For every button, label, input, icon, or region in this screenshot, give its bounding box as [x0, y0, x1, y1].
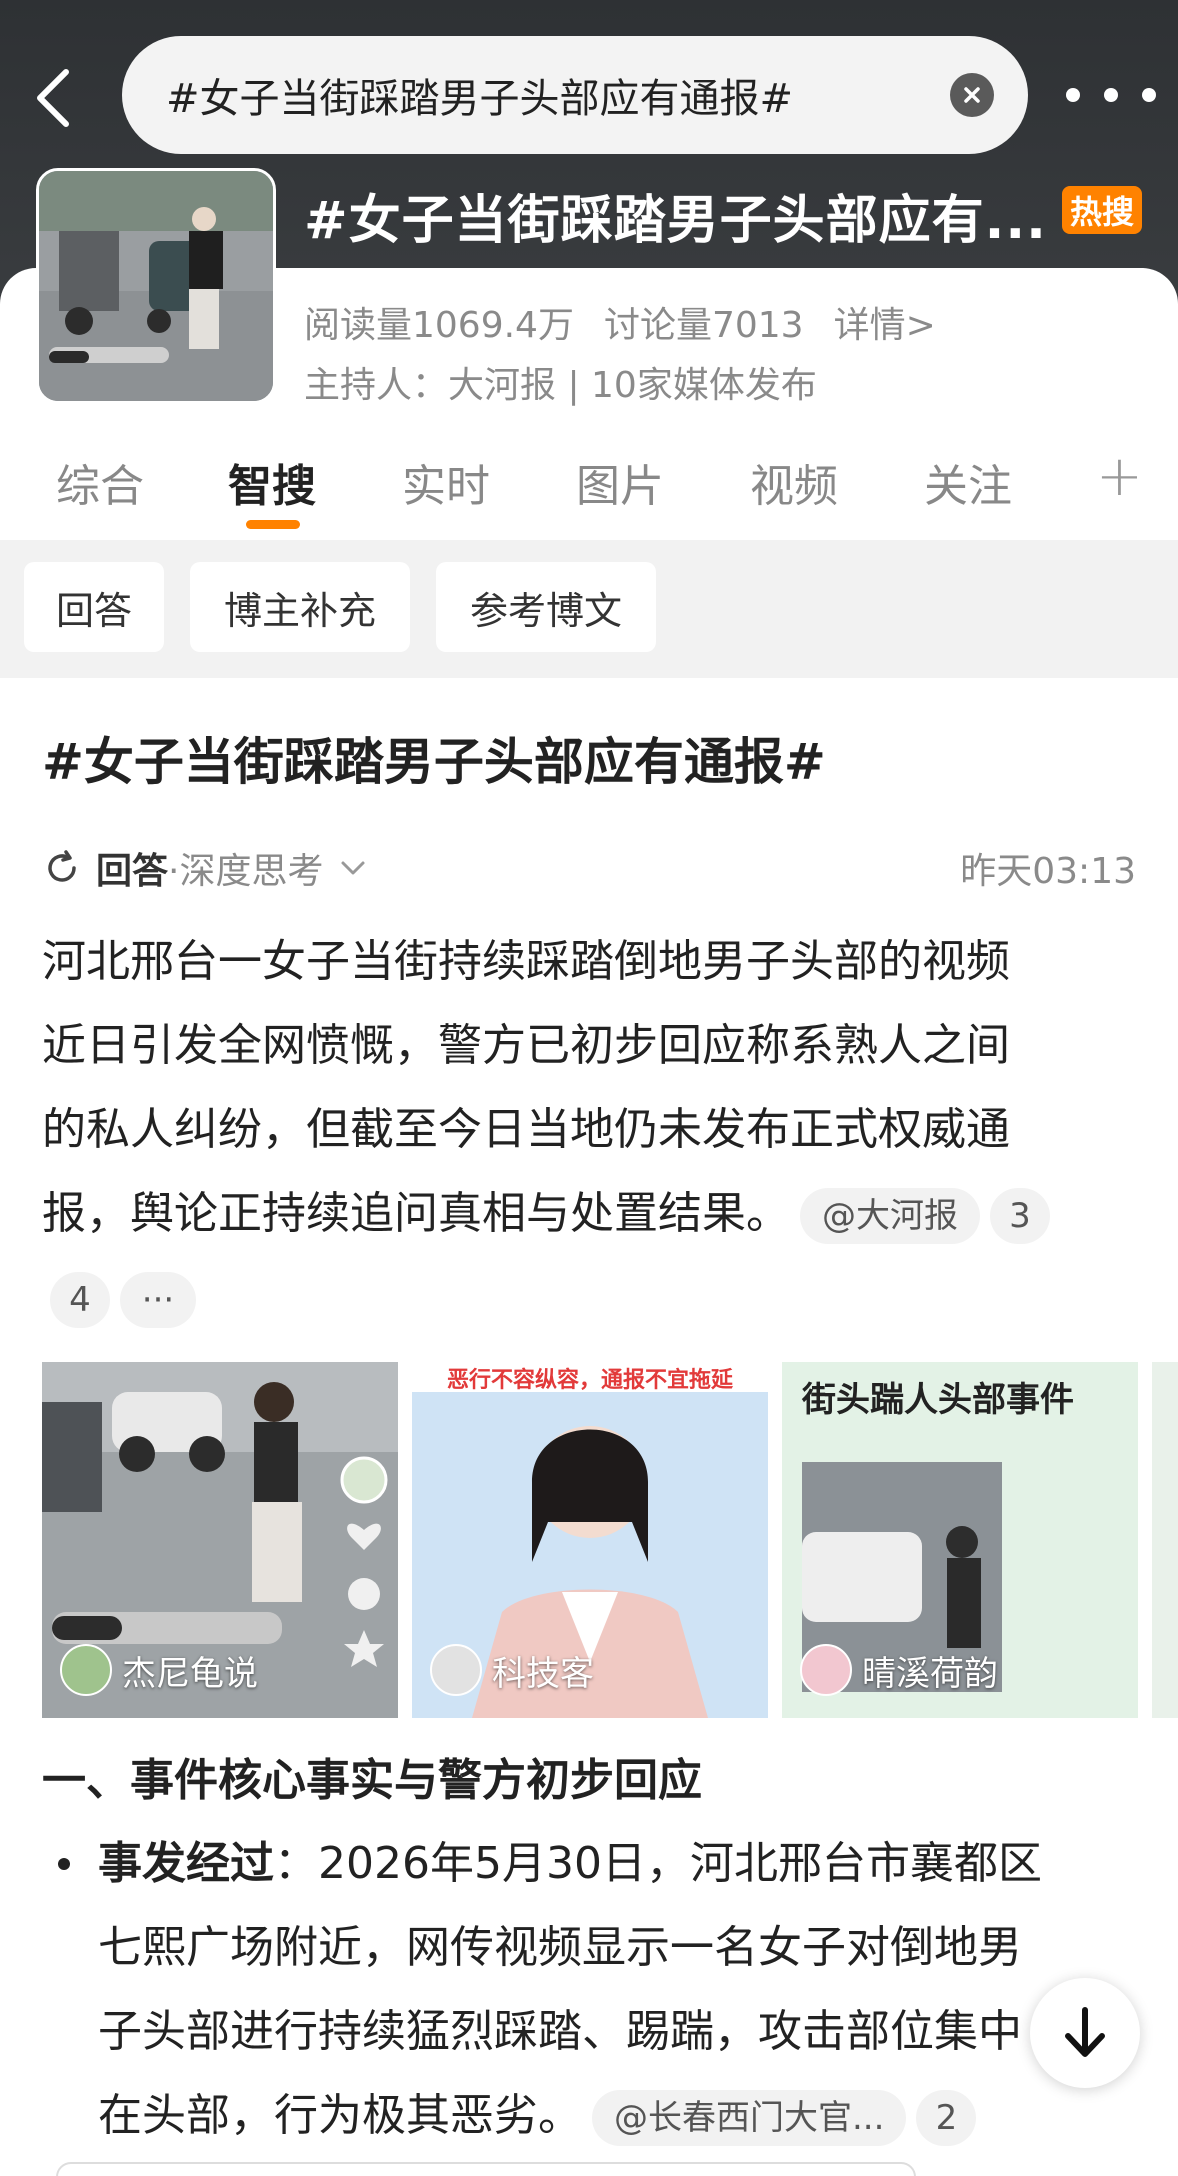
tab-videos[interactable]: 视频: [750, 450, 838, 514]
clear-search-button[interactable]: [950, 73, 994, 117]
paragraph-line: 报，舆论正持续追问真相与处置结果。: [42, 1188, 790, 1239]
media-caption: 恶行不容纵容，通报不宜拖延: [446, 1368, 733, 1393]
reference-number-chip[interactable]: 2: [916, 2090, 977, 2146]
source-reference-chip[interactable]: @大河报: [800, 1188, 980, 1244]
paragraph-refs-line: 4 ···: [42, 1256, 1142, 1340]
media-caption: 街头踹人头部事件: [802, 1380, 1074, 1420]
bullet-line: 子头部进行持续猛烈踩踏、踢踹，攻击部位集中: [98, 2006, 1022, 2057]
media-author: 晴溪荷韵: [800, 1644, 998, 1696]
close-icon: [964, 87, 980, 103]
back-arrow-icon: [37, 69, 69, 127]
answer-paragraph: 河北邢台一女子当街持续踩踏倒地男子头部的视频 近日引发全网愤慨，警方已初步回应称…: [42, 920, 1142, 1340]
media-thumbnail[interactable]: 杰尼龟说: [42, 1362, 398, 1718]
topic-host[interactable]: 主持人：大河报 | 10家媒体发布: [304, 356, 817, 408]
details-link[interactable]: 详情>: [834, 296, 936, 348]
media-author: 杰尼龟说: [60, 1644, 258, 1696]
chip-answer[interactable]: 回答: [24, 562, 164, 652]
bullet-dot: [58, 1858, 70, 1870]
more-dot-icon: [1142, 88, 1156, 102]
bullet-line: 事发经过：2026年5月30日，河北邢台市襄都区: [98, 1822, 1158, 1906]
chip-blogger-supplement[interactable]: 博主补充: [190, 562, 410, 652]
answer-meta: 回答 ·深度思考 昨天03:13: [42, 838, 1142, 898]
section-heading: 一、事件核心事实与警方初步回应: [42, 1755, 702, 1806]
source-reference-chip[interactable]: @长春西门大官...: [592, 2090, 907, 2146]
tab-comprehensive[interactable]: 综合: [56, 450, 144, 514]
bullet-line: 七熙广场附近，网传视频显示一名女子对倒地男: [98, 1922, 1022, 1973]
answer-timestamp: 昨天03:13: [960, 851, 1136, 892]
bullet-line-with-refs: 在头部，行为极其恶劣。 @长春西门大官... 2: [98, 2074, 1158, 2158]
topic-stats: 阅读量1069.4万 讨论量7013 详情>: [304, 296, 936, 348]
author-name: 晴溪荷韵: [862, 1653, 998, 1694]
bullet-text: 在头部，行为极其恶劣。: [98, 2090, 582, 2141]
back-button[interactable]: [22, 58, 82, 138]
filter-chip-bar: 回答 博主补充 参考博文: [0, 540, 1178, 678]
bullet-text: ：2026年5月30日，河北邢台市襄都区: [274, 1838, 1042, 1889]
bullet-title: 事发经过: [98, 1838, 274, 1889]
tab-smart-search[interactable]: 智搜: [228, 450, 316, 514]
paragraph-line-with-refs: 报，舆论正持续追问真相与处置结果。 @大河报 3: [42, 1172, 1142, 1256]
chip-reference-posts[interactable]: 参考博文: [436, 562, 656, 652]
active-tab-indicator: [246, 520, 300, 529]
paragraph-line: 的私人纠纷，但截至今日当地仍未发布正式权威通: [42, 1104, 1010, 1155]
tab-images[interactable]: 图片: [576, 450, 664, 514]
add-tab-button[interactable]: +: [1096, 444, 1143, 509]
paragraph-line: 河北邢台一女子当街持续踩踏倒地男子头部的视频: [42, 936, 1010, 987]
avatar: [800, 1644, 852, 1696]
topic-thumbnail[interactable]: [36, 168, 276, 404]
avatar: [430, 1644, 482, 1696]
tab-bar: 综合 智搜 实时 图片 视频 关注 +: [0, 440, 1178, 540]
answer-label: 回答: [96, 851, 169, 892]
arrow-down-icon: [1065, 2007, 1105, 2057]
bottom-input-pill[interactable]: [56, 2162, 916, 2176]
search-query: #女子当街踩踏男子头部应有通报#: [166, 76, 794, 122]
refresh-icon: [48, 850, 76, 882]
scroll-down-button[interactable]: [1030, 1978, 1140, 2088]
more-dot-icon: [1104, 88, 1118, 102]
media-thumbnail[interactable]: 恶行不容纵容，通报不宜拖延 科技客: [412, 1362, 768, 1718]
media-carousel[interactable]: 杰尼龟说 恶行不容纵容，通报不宜拖延 科技客 街头踹人头部事件 晴溪荷韵: [42, 1362, 1178, 1718]
paragraph-line: 近日引发全网愤慨，警方已初步回应称系熟人之间: [42, 1020, 1010, 1071]
more-options-button[interactable]: [1066, 70, 1156, 120]
more-references-chip[interactable]: ···: [120, 1272, 196, 1328]
media-thumbnail-partial[interactable]: [1152, 1362, 1178, 1718]
media-author: 科技客: [430, 1644, 594, 1696]
bullet-paragraph: 事发经过：2026年5月30日，河北邢台市襄都区 七熙广场附近，网传视频显示一名…: [98, 1822, 1158, 2158]
avatar: [60, 1644, 112, 1696]
answer-title: #女子当街踩踏男子头部应有通报#: [42, 733, 826, 791]
discussion-count: 讨论量7013: [603, 305, 804, 346]
more-dot-icon: [1066, 88, 1080, 102]
search-input[interactable]: #女子当街踩踏男子头部应有通报#: [122, 36, 1028, 154]
chevron-down-icon[interactable]: [335, 850, 371, 886]
media-thumbnail[interactable]: 街头踹人头部事件 晴溪荷韵: [782, 1362, 1138, 1718]
street-scene-image: [39, 171, 273, 401]
read-count: 阅读量1069.4万: [304, 305, 574, 346]
tab-realtime[interactable]: 实时: [402, 450, 490, 514]
hot-search-badge: 热搜: [1062, 186, 1142, 234]
deep-thinking-toggle[interactable]: ·深度思考: [168, 842, 323, 894]
author-name: 杰尼龟说: [122, 1653, 258, 1694]
author-name: 科技客: [492, 1653, 594, 1694]
tab-following[interactable]: 关注: [924, 450, 1012, 514]
topic-title[interactable]: #女子当街踩踏男子头部应有...: [304, 178, 1047, 253]
reference-number-chip[interactable]: 4: [50, 1272, 110, 1328]
reference-number-chip[interactable]: 3: [990, 1188, 1050, 1244]
